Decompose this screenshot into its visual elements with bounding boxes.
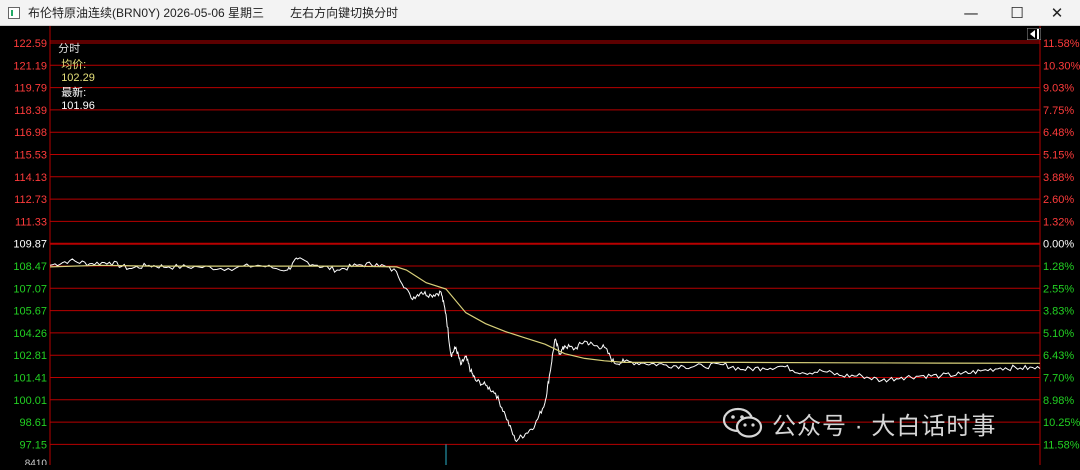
price-tick-label: 122.59 <box>13 38 47 50</box>
watermark-text: 公众号 · 大白话时事 <box>772 412 997 440</box>
percent-tick-label: 2.55% <box>1043 283 1074 295</box>
hint-text: 左右方向键切换分时 <box>290 6 399 20</box>
price-tick-label: 102.81 <box>13 350 47 362</box>
price-tick-label: 98.61 <box>19 417 47 429</box>
price-tick-label: 104.26 <box>13 328 47 340</box>
percent-tick-label: 1.32% <box>1043 216 1074 228</box>
percent-tick-label: 0.00% <box>1043 239 1074 251</box>
close-button[interactable]: ✕ <box>1034 0 1080 26</box>
percent-tick-label: 7.75% <box>1043 105 1074 117</box>
percent-tick-label: 6.48% <box>1043 127 1074 139</box>
price-tick-label: 112.73 <box>14 194 47 206</box>
percent-tick-label: 5.10% <box>1043 328 1074 340</box>
price-tick-label: 116.98 <box>14 127 47 139</box>
panel-toggle-icon[interactable] <box>1027 28 1041 40</box>
window-titlebar: 布伦特原油连续(BRN0Y) 2026-05-06 星期三 左右方向键切换分时 … <box>0 0 1080 26</box>
price-tick-label: 101.41 <box>13 373 47 385</box>
percent-tick-label: 8.98% <box>1043 395 1074 407</box>
percent-tick-label: 5.15% <box>1043 150 1074 162</box>
price-tick-label: 119.79 <box>14 83 47 95</box>
price-tick-label: 109.87 <box>13 239 47 251</box>
info-bar: 分时 均价: 102.29 最新: 101.96 <box>52 28 95 112</box>
percent-tick-label: 1.28% <box>1043 261 1074 273</box>
window-title: 布伦特原油连续(BRN0Y) 2026-05-06 星期三 <box>28 6 265 20</box>
percent-tick-label: 3.88% <box>1043 172 1074 184</box>
bottom-axis-label: 8410 <box>25 458 48 465</box>
price-tick-label: 115.53 <box>14 150 47 162</box>
percent-axis: 11.58% 10.30% 9.03% 7.75% 6.48% 5.15% 3.88% 2.6… <box>1043 38 1080 451</box>
percent-tick-label: 6.43% <box>1043 350 1074 362</box>
percent-tick-label: 3.83% <box>1043 306 1074 318</box>
chart-mode-label: 分时 <box>58 43 81 55</box>
percent-tick-label: 2.60% <box>1043 194 1074 206</box>
chart-svg: 122.59 121.19 119.79 118.39 116.98 115.53 114.… <box>13 26 1080 469</box>
percent-tick-label: 11.58% <box>1043 38 1080 50</box>
avg-price-label: 均价: <box>61 59 87 71</box>
wechat-icon <box>722 407 763 438</box>
intraday-chart[interactable]: 122.59 121.19 119.79 118.39 116.98 115.53 114.… <box>0 26 1080 469</box>
avg-price-value: 102.29 <box>61 72 95 84</box>
watermark: 公众号 · 大白话时事 <box>722 403 996 443</box>
price-tick-label: 105.67 <box>13 306 47 318</box>
percent-tick-label: 7.70% <box>1043 373 1074 385</box>
percent-tick-label: 10.30% <box>1043 60 1080 72</box>
price-tick-label: 121.19 <box>13 60 47 72</box>
price-tick-label: 107.07 <box>13 283 47 295</box>
last-price-value: 101.96 <box>61 100 95 112</box>
grid-layer <box>49 26 1041 465</box>
percent-tick-label: 9.03% <box>1043 83 1074 95</box>
average-price-line <box>49 264 1041 364</box>
price-tick-label: 114.13 <box>14 172 47 184</box>
app-icon <box>8 6 20 19</box>
minimize-button[interactable]: — <box>948 0 994 26</box>
price-tick-label: 111.33 <box>15 216 47 228</box>
percent-tick-label: 10.25% <box>1043 417 1080 429</box>
price-tick-label: 118.39 <box>14 105 47 117</box>
price-tick-label: 108.47 <box>13 261 47 273</box>
percent-tick-label: 11.58% <box>1043 439 1080 451</box>
price-axis: 122.59 121.19 119.79 118.39 116.98 115.53 114.… <box>13 38 48 469</box>
price-tick-label: 97.15 <box>19 439 47 451</box>
price-tick-label: 100.01 <box>13 395 47 407</box>
last-price-label: 最新: <box>61 87 87 99</box>
